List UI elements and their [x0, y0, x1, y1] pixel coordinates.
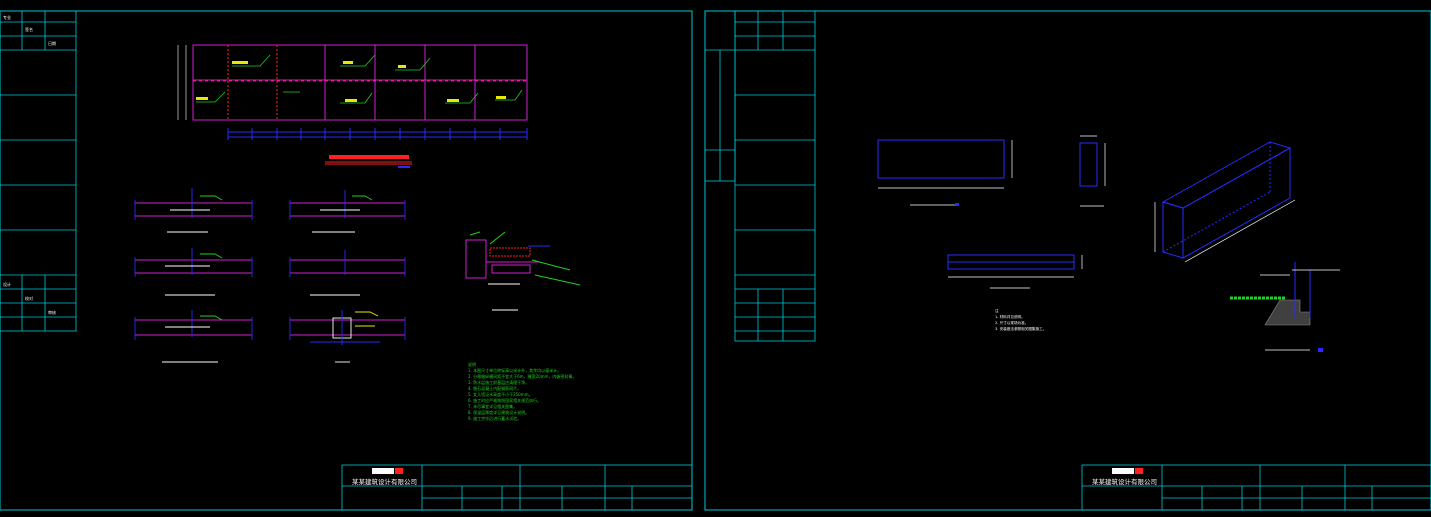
company-name: 某某建筑设计有限公司 [1092, 477, 1157, 486]
right-sheet-frame [704, 10, 1431, 511]
detail-2 [289, 190, 406, 233]
note-line: 9. 施工完毕后进行蓄水试验。 [468, 415, 521, 421]
plan-title [325, 155, 412, 168]
cad-viewport[interactable]: 专业 签名 日期 设计 校对 审核 说明 1. 本图尺寸单位除标高以米计外，其余… [0, 0, 1431, 513]
note-line: 2. 尺寸以现场为准。 [995, 320, 1028, 325]
drawing-canvas[interactable]: 专业 签名 日期 设计 校对 审核 说明 1. 本图尺寸单位除标高以米计外，其余… [0, 0, 1431, 513]
left-info-strip [0, 10, 77, 332]
strip-label: 设计 [3, 281, 11, 287]
note-line: 3. 安装做法参照相关图集施工。 [995, 326, 1046, 331]
right-title-block [1081, 464, 1431, 511]
right-sheet: 注 1. 材料详见说明。 2. 尺寸以现场为准。 3. 安装做法参照相关图集施工… [704, 10, 1431, 511]
notes-heading: 说明 [468, 361, 476, 367]
right-company-logo: 某某建筑设计有限公司 [1092, 468, 1157, 486]
note-line: 4. 细石混凝土内配钢筋网片。 [468, 385, 521, 391]
detail-5 [134, 310, 253, 363]
strip-label: 签名 [25, 26, 33, 32]
detail-1 [134, 188, 253, 233]
strip-label: 专业 [3, 14, 11, 20]
left-sheet-frame [0, 10, 693, 511]
view-step-detail [1230, 262, 1340, 352]
note-line: 5. 女儿墙泛水高度不小于250mm。 [468, 391, 533, 397]
note-line: 1. 本图尺寸单位除标高以米计外，其余均以毫米计。 [468, 367, 561, 373]
strip-label: 审核 [48, 309, 56, 315]
right-info-strip [734, 10, 816, 342]
note-line: 3. 防水层施工前基层应清理干净。 [468, 379, 529, 385]
strip-label: 日期 [48, 40, 56, 46]
detail-3 [134, 248, 253, 296]
left-company-logo: 某某建筑设计有限公司 [352, 468, 417, 486]
right-binding-strip [704, 10, 736, 182]
left-title-block [341, 464, 693, 511]
detail-6 [289, 310, 406, 363]
left-notes: 说明 1. 本图尺寸单位除标高以米计外，其余均以毫米计。 2. 分格缝纵横间距不… [468, 361, 576, 421]
strip-label: 校对 [25, 295, 33, 301]
note-line: 2. 分格缝纵横间距不宜大于6m，缝宽20mm，内嵌密封膏。 [468, 373, 576, 379]
detail-4 [289, 250, 406, 296]
view-isometric [1154, 141, 1296, 263]
note-line: 6. 施工时应严格按照国家相关规范执行。 [468, 397, 541, 403]
view-plan [947, 254, 1083, 289]
left-strip-labels: 专业 签名 日期 设计 校对 审核 [3, 14, 56, 315]
roof-plan [177, 44, 528, 140]
view-front-elevation [877, 139, 1013, 206]
parapet-detail [465, 231, 581, 311]
note-line: 1. 材料详见说明。 [995, 314, 1025, 319]
view-side-elevation [1079, 135, 1106, 207]
right-notes: 注 1. 材料详见说明。 2. 尺寸以现场为准。 3. 安装做法参照相关图集施工… [995, 308, 1046, 331]
note-line: 7. 未尽事宜详见相关图集。 [468, 403, 517, 409]
company-name: 某某建筑设计有限公司 [352, 477, 417, 486]
notes-heading: 注 [995, 308, 999, 313]
note-line: 8. 保温层厚度详见建筑设计说明。 [468, 409, 529, 415]
detail-sections [134, 188, 406, 363]
left-sheet: 专业 签名 日期 设计 校对 审核 说明 1. 本图尺寸单位除标高以米计外，其余… [0, 10, 693, 511]
